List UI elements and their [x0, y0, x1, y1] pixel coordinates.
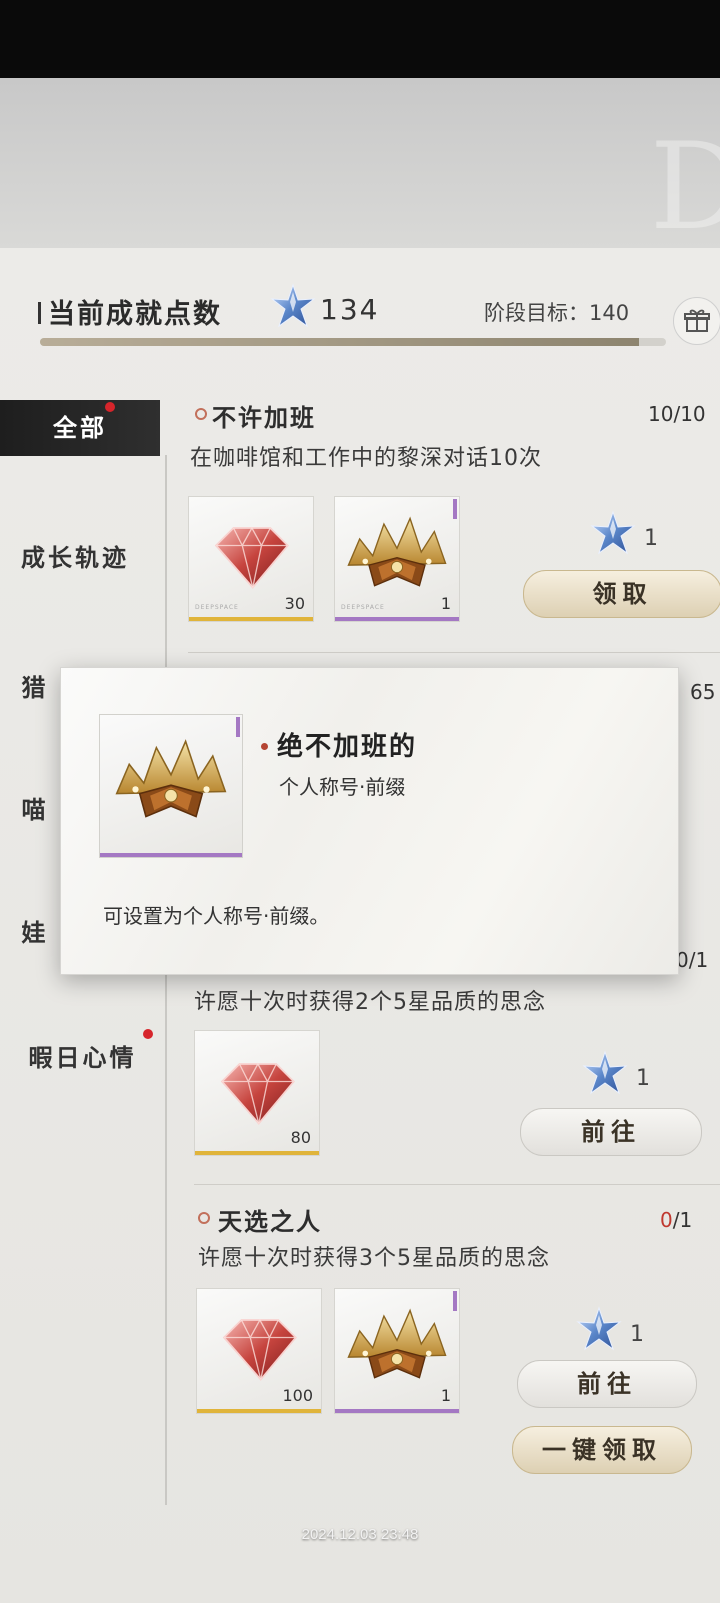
- card-divider: [188, 652, 720, 653]
- reward-item[interactable]: 80: [194, 1030, 320, 1156]
- red-diamond-icon: [215, 1313, 303, 1383]
- star-icon: [576, 1306, 622, 1352]
- rarity-bar: [189, 617, 313, 621]
- sidebar-item-label: 成长轨迹: [21, 544, 129, 572]
- item-detail-popup[interactable]: 绝不加班的 个人称号·前缀 可设置为个人称号·前缀。: [60, 667, 679, 975]
- star-icon: [582, 1050, 628, 1096]
- go-button[interactable]: 前往: [520, 1108, 702, 1156]
- sidebar-item-label: 娃: [21, 919, 49, 947]
- reward-quantity: 1: [440, 1386, 451, 1405]
- stage-progress-fill: [40, 338, 640, 346]
- achievement-title: 不许加班: [212, 404, 316, 432]
- sidebar-item-label: 猎: [21, 674, 49, 702]
- reward-item[interactable]: DEEPSPACE 30: [188, 496, 314, 622]
- reward-quantity: 30: [284, 594, 305, 613]
- reward-item[interactable]: DEEPSPACE 1: [334, 496, 460, 622]
- achievement-progress: 0/1: [676, 948, 709, 972]
- rarity-bar: [197, 1409, 321, 1413]
- stage-goal: 阶段目标：140: [484, 301, 630, 325]
- achievement-points: 1: [644, 526, 658, 551]
- achievement-marker: [195, 408, 207, 420]
- photo-timestamp: 2024.12.03 23:48: [301, 1526, 419, 1543]
- achievement-points-value: 134: [320, 293, 380, 326]
- achievement-progress: 10/10: [648, 402, 706, 426]
- sidebar-item-label: 喵: [21, 796, 49, 824]
- card-divider: [194, 1184, 720, 1185]
- rarity-bar: [335, 617, 459, 621]
- reward-quantity: 80: [290, 1128, 311, 1147]
- sidebar-item-all[interactable]: 全部: [0, 400, 160, 456]
- reward-quantity: 1: [440, 594, 451, 613]
- gift-icon: [684, 309, 710, 332]
- gold-crown-icon: [108, 733, 234, 827]
- rarity-ticks: [453, 1291, 457, 1311]
- item-tag: DEEPSPACE: [341, 604, 385, 611]
- claim-all-button[interactable]: 一键领取: [512, 1426, 692, 1474]
- sidebar-divider: [165, 455, 167, 1505]
- popup-title-marker: [261, 743, 268, 750]
- rarity-bar: [100, 853, 242, 857]
- sidebar-item-label: 暇日心情: [28, 1044, 137, 1072]
- achievement-description: 在咖啡馆和工作中的黎深对话10次: [190, 446, 542, 471]
- achievement-points-label: 当前成就点数: [48, 299, 222, 330]
- achievement-points: 1: [636, 1066, 650, 1091]
- go-button[interactable]: 前往: [517, 1360, 697, 1408]
- rarity-ticks: [453, 499, 457, 519]
- stage-reward-button[interactable]: [673, 297, 720, 345]
- top-background: D: [0, 78, 720, 257]
- star-icon: [590, 510, 636, 556]
- sidebar-item-growth[interactable]: 成长轨迹: [0, 538, 150, 573]
- stage-progress-bar: [40, 338, 666, 346]
- sidebar-item-label: 全部: [53, 414, 107, 442]
- reward-quantity: 100: [282, 1386, 313, 1405]
- item-tag: DEEPSPACE: [195, 604, 239, 611]
- rarity-bar: [335, 1409, 459, 1413]
- background-decoration: D: [649, 118, 720, 257]
- popup-item-type: 个人称号·前缀: [279, 775, 406, 799]
- achievement-points: 1: [630, 1322, 644, 1347]
- popup-item-name: 绝不加班的: [277, 732, 418, 762]
- achievement-marker: [198, 1212, 210, 1224]
- star-icon: [270, 283, 316, 329]
- achievement-description: 许愿十次时获得2个5星品质的思念: [194, 990, 546, 1015]
- reward-item[interactable]: 1: [334, 1288, 460, 1414]
- rarity-bar: [195, 1151, 319, 1155]
- sidebar-item-leisure-mood[interactable]: 暇日心情: [0, 1038, 165, 1073]
- achievement-progress: 65: [690, 680, 716, 704]
- popup-item-image: [99, 714, 243, 858]
- sidebar-badge-dot: [105, 402, 115, 412]
- claim-button[interactable]: 领取: [523, 570, 720, 618]
- achievement-description: 许愿十次时获得3个5星品质的思念: [198, 1246, 550, 1271]
- achievement-progress: 0/1: [660, 1208, 693, 1232]
- reward-item[interactable]: 100: [196, 1288, 322, 1414]
- popup-item-description: 可设置为个人称号·前缀。: [103, 904, 330, 928]
- sidebar-badge-dot: [143, 1029, 153, 1039]
- header-accent-bar: [38, 302, 41, 324]
- achievement-title: 天选之人: [218, 1208, 322, 1236]
- gold-crown-icon: [341, 1303, 453, 1387]
- red-diamond-icon: [213, 1057, 301, 1127]
- rarity-ticks: [236, 717, 240, 737]
- red-diamond-icon: [207, 521, 295, 591]
- gold-crown-icon: [341, 511, 453, 595]
